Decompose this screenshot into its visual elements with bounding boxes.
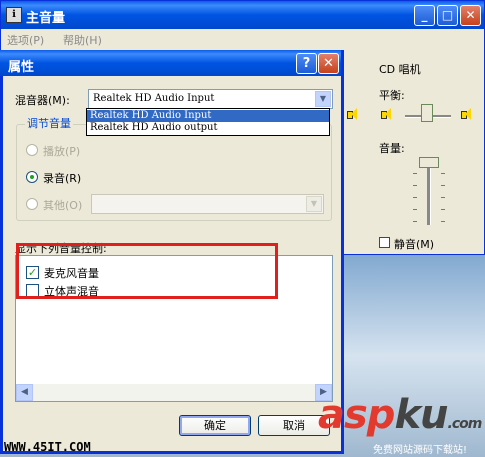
horizontal-scrollbar[interactable]: ◀ ▶	[16, 384, 332, 401]
scroll-left-icon[interactable]: ◀	[16, 384, 33, 401]
radio-record[interactable]	[26, 171, 38, 183]
app-icon: ℹ	[6, 7, 22, 23]
mixer-select-value: Realtek HD Audio Input	[93, 93, 215, 104]
volume-tick	[413, 185, 417, 186]
maximize-button[interactable]: □	[437, 5, 458, 26]
volume-label: 音量:	[379, 142, 405, 155]
watermark-url: WWW.45IT.COM	[4, 440, 91, 454]
chevron-down-icon: ▼	[306, 196, 322, 212]
dialog-title: 属性	[8, 60, 35, 75]
volume-slider[interactable]	[419, 157, 439, 168]
main-close-button[interactable]: ✕	[460, 5, 481, 26]
speaker-right-icon	[461, 108, 471, 120]
other-device-select: ▼	[91, 194, 324, 214]
menu-options[interactable]: 选项(P)	[7, 32, 44, 48]
volume-tick	[441, 197, 445, 198]
radio-playback[interactable]	[26, 144, 38, 156]
main-window-title: 主音量	[26, 11, 66, 26]
volume-tick	[413, 221, 417, 222]
volume-tick	[413, 173, 417, 174]
speaker-left-icon	[381, 108, 391, 120]
logo-subtitle: 免费网站源码下载站!	[373, 445, 468, 456]
mute-checkbox[interactable]	[379, 237, 390, 248]
mixer-label: 混音器(M):	[15, 94, 70, 107]
volume-tick	[441, 221, 445, 222]
radio-other[interactable]	[26, 198, 38, 210]
menu-help[interactable]: 帮助(H)	[63, 32, 102, 48]
highlight-annotation	[16, 243, 278, 299]
adjust-volume-group-label: 调节音量	[25, 115, 73, 131]
minimize-button[interactable]: _	[414, 5, 435, 26]
balance-label: 平衡:	[379, 89, 405, 102]
dialog-titlebar: 属性 ? ✕	[0, 50, 341, 76]
cd-player-column-title: CD 唱机	[379, 63, 421, 76]
help-button[interactable]: ?	[296, 53, 317, 74]
volume-tick	[413, 209, 417, 210]
ok-button[interactable]: 确定	[179, 415, 251, 436]
volume-tick	[441, 209, 445, 210]
mixer-option-output[interactable]: Realtek HD Audio output	[87, 122, 329, 134]
dialog-close-button[interactable]: ✕	[318, 53, 339, 74]
chevron-down-icon[interactable]: ▼	[315, 91, 331, 107]
mixer-dropdown-list: Realtek HD Audio Input Realtek HD Audio …	[86, 108, 330, 136]
balance-slider[interactable]	[421, 104, 433, 122]
volume-tick	[441, 173, 445, 174]
speaker-left-icon	[347, 108, 357, 120]
radio-other-label: 其他(O)	[43, 199, 83, 212]
aspku-logo: aspku.com	[318, 392, 482, 438]
mute-label: 静音(M)	[394, 238, 435, 251]
main-window-titlebar: ℹ 主音量 _ □ ✕	[1, 1, 484, 29]
volume-tick	[441, 185, 445, 186]
volume-track	[427, 163, 431, 225]
mixer-select[interactable]: Realtek HD Audio Input ▼	[88, 89, 333, 109]
radio-playback-label: 播放(P)	[43, 145, 81, 158]
radio-record-label: 录音(R)	[43, 172, 82, 185]
volume-tick	[413, 197, 417, 198]
menu-bar: 选项(P) 帮助(H)	[1, 29, 484, 49]
mixer-option-input[interactable]: Realtek HD Audio Input	[87, 110, 329, 122]
